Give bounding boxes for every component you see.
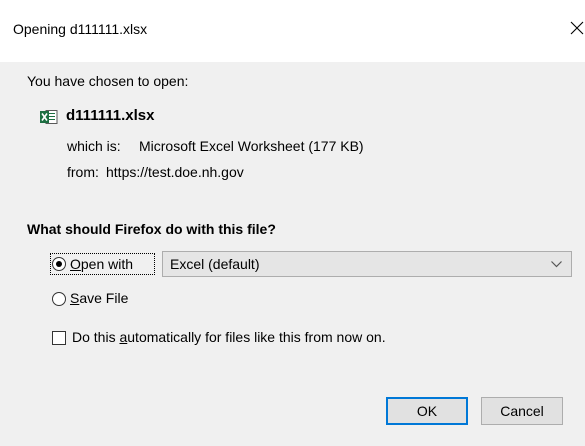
open-file-dialog: Opening d111111.xlsx You have chosen to … bbox=[0, 0, 585, 446]
chevron-down-icon bbox=[551, 261, 562, 268]
cancel-button[interactable]: Cancel bbox=[481, 397, 563, 425]
auto-action-checkbox[interactable] bbox=[52, 331, 66, 345]
dialog-body: You have chosen to open: d111111.xlsx wh… bbox=[0, 62, 585, 446]
application-select-value: Excel (default) bbox=[170, 256, 260, 272]
chosen-to-open-label: You have chosen to open: bbox=[27, 73, 189, 89]
open-with-text: pen with bbox=[80, 256, 134, 272]
application-select[interactable]: Excel (default) bbox=[162, 251, 572, 277]
excel-file-icon bbox=[40, 110, 58, 124]
save-file-radio[interactable] bbox=[52, 292, 66, 306]
auto-action-text-before: Do this bbox=[72, 329, 120, 345]
save-file-text: ave File bbox=[79, 290, 129, 306]
file-source-value: https://test.doe.nh.gov bbox=[106, 164, 244, 180]
file-type-label: which is: bbox=[67, 138, 121, 154]
save-file-accel: S bbox=[70, 290, 80, 306]
open-with-label[interactable]: Open with bbox=[70, 256, 133, 272]
auto-action-label[interactable]: Do this automatically for files like thi… bbox=[72, 329, 386, 345]
save-file-label[interactable]: Save File bbox=[70, 290, 128, 306]
close-button[interactable] bbox=[567, 14, 585, 44]
action-question: What should Firefox do with this file? bbox=[27, 221, 276, 237]
ok-button[interactable]: OK bbox=[386, 397, 468, 425]
open-with-accel: O bbox=[70, 256, 81, 272]
file-source-label: from: bbox=[67, 164, 99, 180]
title-bar: Opening d111111.xlsx bbox=[0, 0, 585, 62]
close-icon bbox=[570, 21, 584, 35]
file-name: d111111.xlsx bbox=[66, 107, 155, 124]
dialog-title: Opening d111111.xlsx bbox=[13, 21, 148, 37]
auto-action-text-after: utomatically for files like this from no… bbox=[127, 329, 386, 345]
file-type-value: Microsoft Excel Worksheet (177 KB) bbox=[139, 138, 364, 154]
